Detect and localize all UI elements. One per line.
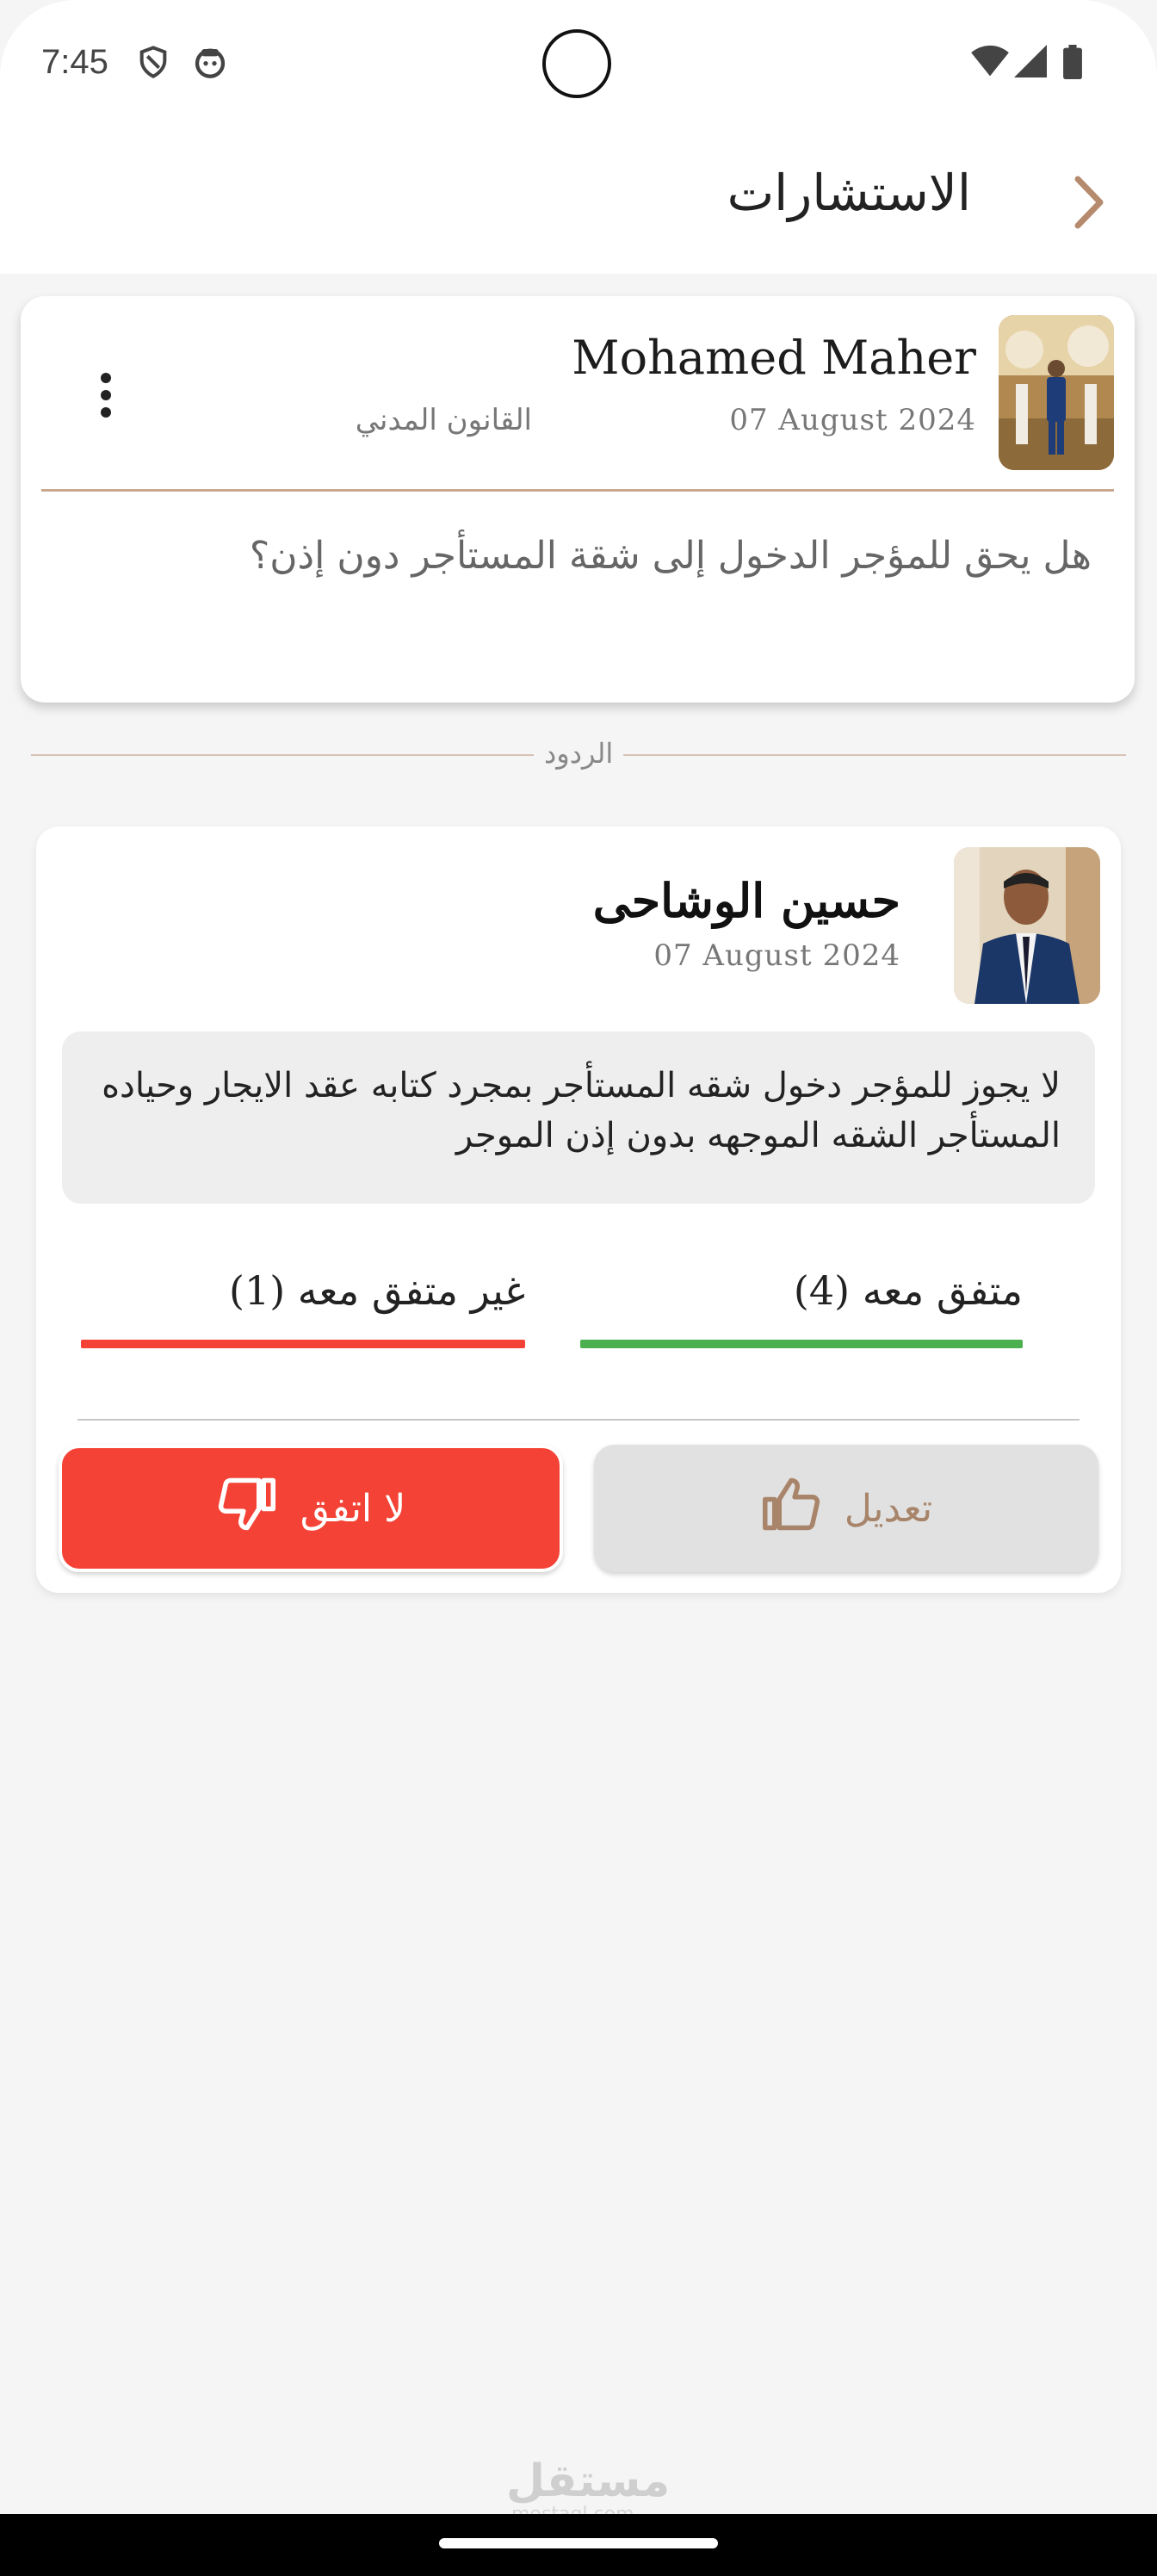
status-bar: 7:45 — [0, 0, 1157, 129]
reply-divider — [77, 1419, 1080, 1421]
battery-icon — [1062, 45, 1083, 83]
back-chevron-icon[interactable] — [1067, 172, 1111, 236]
question-category: القانون المدني — [355, 403, 532, 437]
agree-bar — [580, 1340, 1023, 1348]
question-card: Mohamed Maher 07 August 2024 القانون الم… — [21, 296, 1135, 703]
signal-icon — [1014, 45, 1047, 81]
edit-button-label: تعديل — [844, 1486, 933, 1531]
question-author-avatar — [999, 315, 1114, 470]
question-date: 07 August 2024 — [729, 403, 976, 437]
reply-card: حسين الوشاحى 07 August 2024 لا يجوز للمؤ… — [36, 827, 1121, 1593]
wifi-icon — [971, 45, 1009, 83]
thumb-down-icon — [216, 1476, 278, 1542]
reply-text: لا يجوز للمؤجر دخول شقه المستأجر بمجرد ك… — [102, 1066, 1061, 1155]
question-text: هل يحق للمؤجر الدخول إلى شقة المستأجر دو… — [249, 534, 1092, 578]
disagree-bar — [81, 1340, 525, 1348]
edit-button[interactable]: تعديل — [594, 1445, 1098, 1572]
watermark-subtext: mostaql.com — [511, 2504, 634, 2514]
reply-bubble: لا يجوز للمؤجر دخول شقه المستأجر بمجرد ك… — [62, 1031, 1095, 1204]
disagree-count-label: غير متفق معه (1) — [228, 1267, 525, 1314]
page-title: الاستشارات — [727, 164, 971, 222]
home-indicator[interactable] — [439, 2538, 718, 2548]
app-bar: الاستشارات — [0, 129, 1157, 274]
watermark-logo: مستقل — [506, 2455, 671, 2507]
shield-icon — [136, 45, 170, 83]
disagree-button-label: لا اتفق — [300, 1486, 406, 1531]
reply-author-avatar — [954, 847, 1100, 1004]
face-icon — [193, 45, 227, 83]
question-divider — [41, 489, 1114, 492]
reply-date: 07 August 2024 — [653, 938, 900, 973]
question-author-name: Mohamed Maher — [572, 331, 976, 385]
replies-label: الردود — [534, 737, 624, 770]
thumb-up-icon — [760, 1476, 822, 1542]
disagree-button[interactable]: لا اتفق — [59, 1445, 563, 1572]
camera-cutout — [542, 29, 611, 98]
reply-author-name: حسين الوشاحى — [592, 873, 900, 928]
status-time: 7:45 — [41, 43, 108, 81]
more-vert-icon[interactable] — [100, 372, 112, 422]
screen: 7:45 الاستشارات Mohamed Maher 07 August … — [0, 0, 1157, 2514]
agree-count-label: متفق معه (4) — [793, 1267, 1023, 1314]
